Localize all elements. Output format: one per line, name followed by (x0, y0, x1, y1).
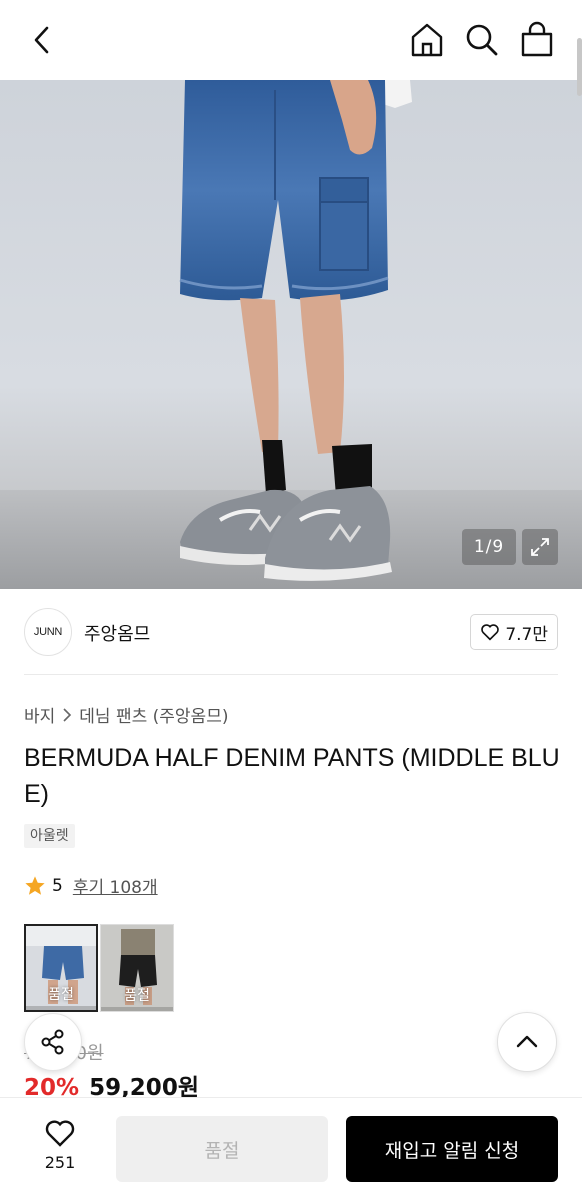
color-option-blue[interactable]: 품절 (24, 924, 98, 1012)
divider (24, 674, 558, 675)
product-title: BERMUDA HALF DENIM PANTS (MIDDLE BLUE) (24, 744, 560, 808)
brand-like-button[interactable]: 7.7만 (470, 614, 558, 650)
scroll-to-top-button[interactable] (497, 1012, 557, 1072)
home-icon (411, 23, 443, 57)
home-button[interactable] (407, 20, 447, 60)
brand-logo[interactable]: JUNN (24, 608, 72, 656)
chevron-up-icon (516, 1035, 538, 1048)
brand-name[interactable]: 주앙옴므 (84, 620, 150, 646)
rating-score: 5 (52, 875, 63, 896)
product-photo (0, 80, 582, 589)
image-counter: 1/9 (462, 529, 516, 565)
scrollbar[interactable] (577, 38, 582, 96)
rating-row: 5 후기 108개 (24, 873, 158, 898)
brand-logo-text: JUNN (33, 626, 63, 638)
wishlist-count: 251 (44, 1153, 76, 1172)
heart-icon (45, 1120, 75, 1147)
bottom-action-bar: 251 품절 재입고 알림 신청 (0, 1097, 582, 1200)
shopping-bag-icon (521, 21, 553, 57)
restock-alert-button[interactable]: 재입고 알림 신청 (346, 1116, 558, 1182)
cart-button[interactable] (517, 20, 557, 60)
search-icon (466, 24, 498, 56)
chevron-left-icon (34, 26, 49, 54)
breadcrumb-subcategory[interactable]: 데님 팬츠 (주앙옴므) (79, 702, 228, 727)
soldout-button[interactable]: 품절 (116, 1116, 328, 1182)
reviews-link[interactable]: 후기 108개 (73, 873, 158, 898)
chevron-right-icon (63, 707, 72, 722)
option-soldout-label: 품절 (48, 987, 74, 1003)
search-button[interactable] (462, 20, 502, 60)
top-navigation-bar (0, 0, 582, 80)
expand-image-button[interactable] (522, 529, 558, 565)
share-button[interactable] (24, 1013, 82, 1071)
expand-icon (531, 538, 549, 556)
star-icon (25, 875, 45, 895)
breadcrumb: 바지 데님 팬츠 (주앙옴므) (24, 702, 228, 727)
brand-like-count: 7.7만 (505, 624, 548, 645)
heart-icon (481, 624, 500, 641)
back-button[interactable] (26, 22, 60, 58)
option-soldout-label: 품절 (124, 988, 150, 1004)
color-option-black[interactable]: 품절 (100, 924, 174, 1012)
brand-row: JUNN 주앙옴므 7.7만 (24, 608, 558, 656)
wishlist-button[interactable]: 251 (30, 1118, 90, 1178)
product-image-gallery[interactable]: 1/9 (0, 80, 582, 589)
outlet-tag: 아울렛 (24, 824, 75, 848)
breadcrumb-category[interactable]: 바지 (24, 702, 55, 727)
share-icon (41, 1029, 64, 1055)
